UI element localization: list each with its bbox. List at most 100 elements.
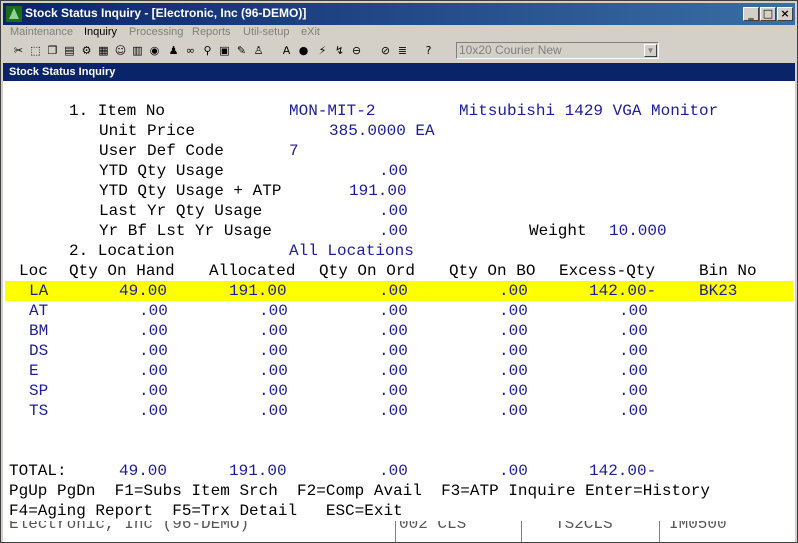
row-loc: TS — [29, 402, 49, 420]
total-onbo: .00 — [499, 462, 528, 480]
help-icon[interactable]: ? — [421, 43, 436, 58]
paste-icon[interactable]: ▤ — [62, 43, 77, 58]
row-onhand: .00 — [139, 382, 168, 400]
toolbar: ✂ ⬚ ❐ ▤ ⚙ ▦ ☺ ▥ ◉ ♟ ∞ ⚲ ▣ ✎ ♙ A ● ⚡ ↯ ⊖ … — [3, 41, 795, 61]
ytd-usage-value: .00 — [379, 162, 408, 180]
row-onbo: .00 — [499, 322, 528, 340]
weight-value: 10.000 — [609, 222, 667, 240]
menu-inquiry[interactable]: Inquiry — [84, 26, 117, 38]
unit-price-label: Unit Price — [99, 122, 196, 140]
row-loc: BM — [29, 322, 49, 340]
row-onord: .00 — [379, 382, 408, 400]
row-loc: DS — [29, 342, 49, 360]
item-no-value[interactable]: MON-MIT-2 — [289, 101, 375, 121]
status-divider — [395, 521, 396, 542]
row-excess: .00 — [619, 402, 648, 420]
row-onord: .00 — [379, 302, 408, 320]
row-onhand: .00 — [139, 362, 168, 380]
menu-exit[interactable]: eXit — [301, 26, 320, 38]
row-excess: .00 — [619, 362, 648, 380]
col-bin-no: Bin No — [699, 262, 757, 280]
chevron-down-icon[interactable]: ▼ — [644, 44, 657, 57]
calculator-icon[interactable]: ▦ — [96, 43, 111, 58]
stop-icon[interactable]: ⊘ — [378, 43, 393, 58]
flash-icon[interactable]: ↯ — [332, 43, 347, 58]
binoculars-icon[interactable]: ∞ — [183, 43, 198, 58]
function-keys-line-2: F4=Aging Report F5=Trx Detail ESC=Exit — [9, 502, 403, 520]
palette-icon[interactable]: ✎ — [234, 43, 249, 58]
search-icon[interactable]: ⚲ — [200, 43, 215, 58]
row-onord: .00 — [379, 322, 408, 340]
row-onord: .00 — [379, 342, 408, 360]
total-label: TOTAL: — [9, 462, 67, 480]
status-bar: Electronic, Inc (96-DEMO) 002 CLS TS2CLS… — [3, 521, 795, 542]
ytd-usage-label: YTD Qty Usage — [99, 162, 224, 180]
status-company: Electronic, Inc (96-DEMO) — [9, 521, 250, 533]
location-value[interactable]: All Locations — [289, 241, 414, 261]
row-onhand: .00 — [139, 402, 168, 420]
row-excess: .00 — [619, 322, 648, 340]
col-loc: Loc — [19, 262, 48, 280]
item-description: Mitsubishi 1429 VGA Monitor — [459, 102, 719, 120]
lightning-icon[interactable]: ⚡ — [315, 43, 330, 58]
font-icon[interactable]: A — [279, 43, 294, 58]
row-loc: SP — [29, 382, 49, 400]
col-qty-on-ord: Qty On Ord — [319, 262, 416, 280]
row-bin: BK23 — [699, 282, 738, 300]
col-allocated: Allocated — [209, 262, 296, 280]
row-onbo: .00 — [499, 282, 528, 300]
yr-bf-lst-value: .00 — [379, 222, 408, 240]
note-icon[interactable]: ▥ — [130, 43, 145, 58]
user-def-code-value: 7 — [289, 142, 299, 160]
settings-icon[interactable]: ⚙ — [79, 43, 94, 58]
item-no-label: 1. Item No — [69, 102, 166, 120]
row-excess: .00 — [619, 342, 648, 360]
status-cell-2: 002 CLS — [399, 521, 467, 533]
status-divider — [521, 521, 522, 542]
font-selector-value: 10x20 Courier New — [459, 43, 562, 57]
link-icon[interactable]: ⊖ — [349, 43, 364, 58]
row-excess: .00 — [619, 382, 648, 400]
menu-bar: Maintenance Inquiry Processing Reports U… — [3, 25, 795, 41]
col-excess-qty: Excess-Qty — [559, 262, 656, 280]
status-cell-4: IM0500 — [669, 521, 727, 533]
user-icon[interactable]: ♟ — [166, 43, 181, 58]
copy-icon[interactable]: ❐ — [45, 43, 60, 58]
close-button[interactable]: × — [777, 7, 793, 21]
weight-label: Weight — [529, 222, 587, 240]
row-onbo: .00 — [499, 402, 528, 420]
person-icon[interactable]: ♙ — [251, 43, 266, 58]
status-cell-3: TS2CLS — [555, 521, 613, 533]
menu-maintenance[interactable]: Maintenance — [10, 26, 73, 38]
row-onhand: .00 — [139, 322, 168, 340]
menu-reports[interactable]: Reports — [192, 26, 231, 38]
row-loc: AT — [29, 302, 49, 320]
select-icon[interactable]: ⬚ — [28, 43, 43, 58]
menu-util-setup[interactable]: Util-setup — [243, 26, 289, 38]
row-excess: .00 — [619, 302, 648, 320]
yr-bf-lst-label: Yr Bf Lst Yr Usage — [99, 222, 272, 240]
list-icon[interactable]: ≣ — [395, 43, 410, 58]
cut-icon[interactable]: ✂ — [11, 43, 26, 58]
maximize-button[interactable]: □ — [760, 7, 776, 21]
row-excess: 142.00- — [589, 282, 657, 300]
total-allocated: 191.00 — [229, 462, 287, 480]
record-icon[interactable]: ● — [296, 43, 311, 58]
row-onord: .00 — [379, 402, 408, 420]
row-allocated: .00 — [259, 402, 288, 420]
menu-processing[interactable]: Processing — [129, 26, 183, 38]
row-onhand: 49.00 — [119, 282, 168, 300]
font-selector[interactable]: 10x20 Courier New ▼ — [456, 42, 659, 59]
unit-price-value: 385.0000 EA — [329, 122, 435, 140]
row-loc: LA — [29, 282, 49, 300]
ytd-atp-value: 191.00 — [349, 182, 407, 200]
total-onord: .00 — [379, 462, 408, 480]
contact-icon[interactable]: ☺ — [113, 43, 128, 58]
globe-icon[interactable]: ◉ — [147, 43, 162, 58]
row-allocated: .00 — [259, 382, 288, 400]
minimize-button[interactable]: _ — [743, 7, 759, 21]
function-keys-line-1: PgUp PgDn F1=Subs Item Srch F2=Comp Avai… — [9, 482, 710, 500]
row-onhand: .00 — [139, 342, 168, 360]
image-icon[interactable]: ▣ — [217, 43, 232, 58]
terminal-screen: 1. Item No MON-MIT-2 Mitsubishi 1429 VGA… — [3, 81, 795, 521]
